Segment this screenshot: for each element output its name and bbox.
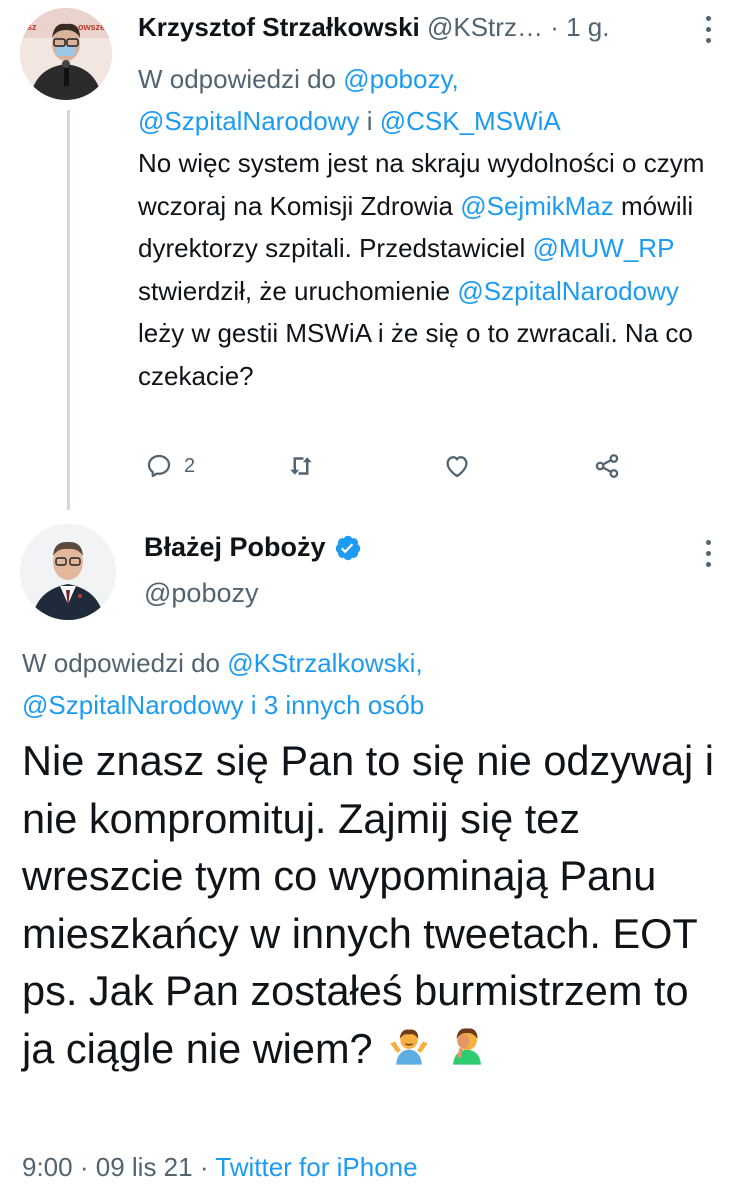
like-icon xyxy=(446,456,468,478)
more-icon[interactable] xyxy=(700,540,716,574)
replying-prefix: W odpowiedzi do xyxy=(138,64,336,94)
svg-text:owsze: owsze xyxy=(78,22,105,32)
tweet-text-segment: stwierdził, że uruchomienie xyxy=(138,275,451,306)
reply-author-handle[interactable]: @KStrz… xyxy=(427,12,543,42)
mention-link[interactable]: @SzpitalNarodowy xyxy=(457,276,678,306)
meta-separator: · xyxy=(199,1152,209,1182)
person-shrugging-emoji xyxy=(390,1029,428,1065)
replying-prefix: W odpowiedzi do xyxy=(22,648,220,678)
mention-link[interactable]: @SzpitalNarodowy xyxy=(22,690,243,720)
share-button[interactable] xyxy=(592,448,622,484)
tweet-source[interactable]: Twitter for iPhone xyxy=(215,1152,417,1182)
mention-link[interactable]: @SejmikMaz xyxy=(460,191,614,221)
thread-line xyxy=(67,110,70,510)
meta-separator: · xyxy=(79,1152,89,1182)
like-button[interactable] xyxy=(442,448,472,484)
main-author-name[interactable]: Błażej Poboży xyxy=(144,532,326,563)
svg-text:esz: esz xyxy=(22,22,37,32)
mention-link[interactable]: @pobozy, xyxy=(343,64,459,94)
header-separator: · xyxy=(550,12,559,42)
main-tweet-text: Nie znasz się Pan to się nie odzywaj i n… xyxy=(22,732,732,1077)
reply-icon xyxy=(147,454,171,478)
reply-author-avatar[interactable]: esz owsze xyxy=(20,8,112,100)
main-replying-to: W odpowiedzi do @KStrzalkowski, @Szpital… xyxy=(22,642,722,726)
mention-link[interactable]: @SzpitalNarodowy xyxy=(138,106,359,136)
replying-conjunction: i xyxy=(366,106,373,136)
mention-link[interactable]: @CSK_MSWiA xyxy=(380,106,561,136)
person-facepalming-emoji xyxy=(452,1027,481,1065)
reply-button[interactable]: 2 xyxy=(144,448,195,484)
reply-tweet-text: No więc system jest na skraju wydolności… xyxy=(138,142,712,397)
reply-replying-to: W odpowiedzi do @pobozy, @SzpitalNarodow… xyxy=(138,58,708,142)
share-icon xyxy=(595,454,619,478)
retweet-button[interactable] xyxy=(286,448,316,484)
reply-count: 2 xyxy=(184,454,196,477)
tweet-text-segment: leży w gestii MSWiA i że się o to zwraca… xyxy=(138,318,693,391)
tweet-text-segment: No więc system jest na skraju wydolności… xyxy=(138,148,705,221)
tweet-text: Nie znasz się Pan to się nie odzywaj i n… xyxy=(22,737,715,1072)
more-icon[interactable] xyxy=(700,16,716,50)
main-author-handle[interactable]: @pobozy xyxy=(144,578,258,609)
others-link[interactable]: i 3 innych osób xyxy=(251,690,424,720)
reply-author-name[interactable]: Krzysztof Strzałkowski xyxy=(138,12,420,42)
retweet-icon xyxy=(290,457,312,475)
verified-badge-icon xyxy=(335,535,360,560)
tweet-time[interactable]: 9:00 xyxy=(22,1152,73,1182)
main-author-name-row: Błażej Poboży xyxy=(144,532,362,563)
reply-action-bar: 2 xyxy=(138,448,638,484)
main-author-avatar[interactable] xyxy=(20,524,116,620)
mention-link[interactable]: @KStrzalkowski, xyxy=(227,648,422,678)
reply-header: Krzysztof Strzałkowski @KStrz… · 1 g. xyxy=(138,12,609,43)
mention-link[interactable]: @MUW_RP xyxy=(532,233,673,263)
tweet-date[interactable]: 09 lis 21 xyxy=(96,1152,193,1182)
main-tweet-meta: 9:00 · 09 lis 21 · Twitter for iPhone xyxy=(22,1152,418,1183)
reply-timestamp[interactable]: 1 g. xyxy=(566,12,609,42)
